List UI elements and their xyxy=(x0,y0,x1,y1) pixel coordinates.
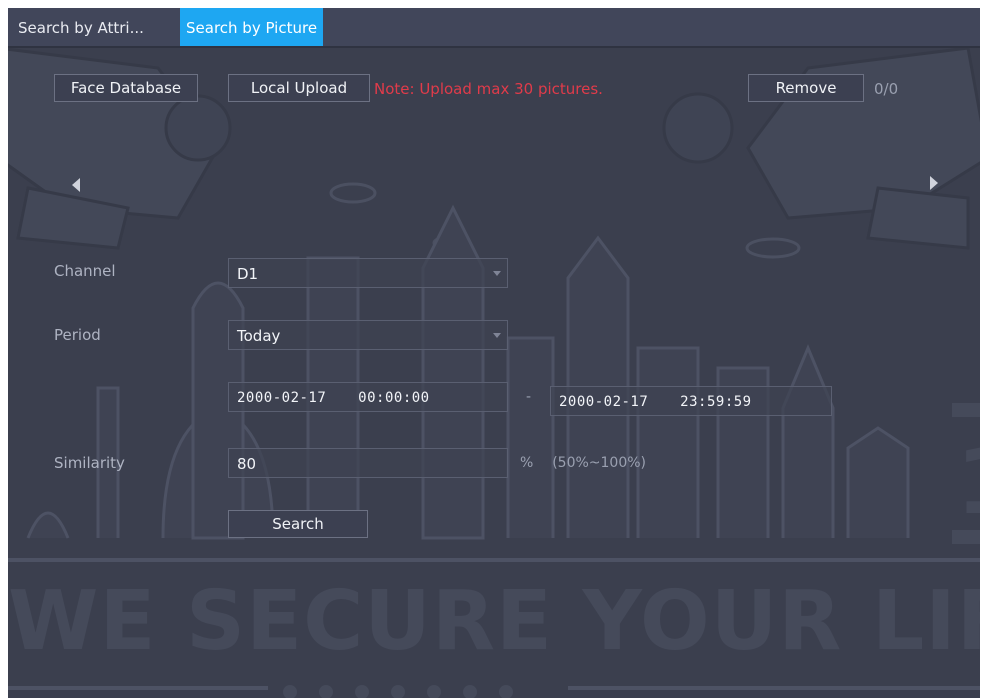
face-database-button[interactable]: Face Database xyxy=(54,74,198,102)
search-panel: 1 WE SECURE YOUR LIFE Search by Attri...… xyxy=(8,8,980,698)
period-value: Today xyxy=(237,327,281,345)
tab-bar: Search by Attri... Search by Picture xyxy=(8,8,980,48)
start-date[interactable]: 2000-02-17 xyxy=(237,390,326,406)
end-date[interactable]: 2000-02-17 xyxy=(559,394,648,410)
side-letter: 1 xyxy=(956,430,980,535)
remove-button[interactable]: Remove xyxy=(748,74,864,102)
similarity-unit: % xyxy=(520,455,534,471)
start-time[interactable]: 00:00:00 xyxy=(358,390,429,406)
channel-select[interactable]: D1 xyxy=(228,258,508,288)
range-separator: - xyxy=(526,389,532,405)
watermark-slogan: WE SECURE YOUR LIFE xyxy=(8,574,980,669)
similarity-value: 80 xyxy=(237,455,257,473)
local-upload-button[interactable]: Local Upload xyxy=(228,74,370,102)
start-datetime-field[interactable]: 2000-02-17 00:00:00 xyxy=(228,382,508,412)
similarity-range-hint: % (50%~100%) xyxy=(520,455,646,471)
channel-value: D1 xyxy=(237,265,259,283)
caret-down-icon xyxy=(493,271,501,276)
period-label: Period xyxy=(54,326,101,344)
tab-search-by-picture[interactable]: Search by Picture xyxy=(180,8,324,48)
end-datetime-field[interactable]: 2000-02-17 23:59:59 xyxy=(550,386,832,416)
similarity-input[interactable]: 80 xyxy=(228,448,508,478)
similarity-range: (50%~100%) xyxy=(552,455,647,471)
end-time[interactable]: 23:59:59 xyxy=(680,394,751,410)
search-button[interactable]: Search xyxy=(228,510,368,538)
picture-count: 0/0 xyxy=(874,80,899,98)
arrow-left-icon[interactable] xyxy=(72,178,80,192)
period-select[interactable]: Today xyxy=(228,320,508,350)
upload-note: Note: Upload max 30 pictures. xyxy=(374,80,603,98)
caret-down-icon xyxy=(493,333,501,338)
tab-search-by-attribute[interactable]: Search by Attri... xyxy=(12,8,178,48)
similarity-label: Similarity xyxy=(54,454,125,472)
background-artwork: 1 xyxy=(8,46,980,698)
channel-label: Channel xyxy=(54,262,116,280)
arrow-right-icon[interactable] xyxy=(930,176,938,190)
